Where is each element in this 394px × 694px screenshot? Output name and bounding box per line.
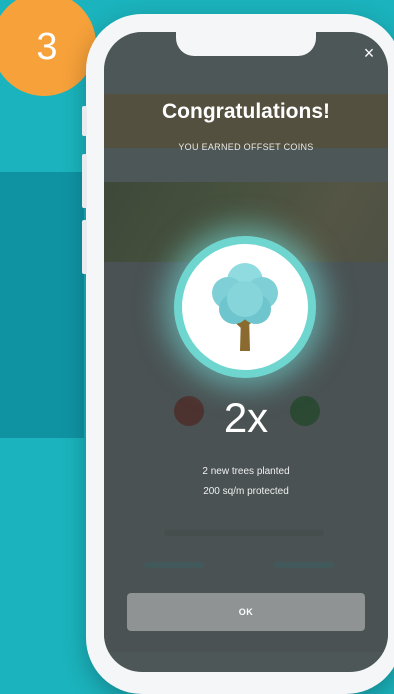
mute-switch xyxy=(82,106,87,136)
tree-badge-inner xyxy=(182,244,308,370)
stat-area: 200 sq/m protected xyxy=(203,486,289,497)
phone-frame: × Congratulations! YOU EARNED OFFSET COI… xyxy=(82,14,394,694)
phone-notch xyxy=(176,32,316,56)
tree-icon xyxy=(212,263,278,351)
modal-subtitle: YOU EARNED OFFSET COINS xyxy=(178,142,314,152)
step-badge: 3 xyxy=(0,0,96,96)
background-band xyxy=(0,172,84,438)
modal-title: Congratulations! xyxy=(162,100,330,123)
phone-screen: × Congratulations! YOU EARNED OFFSET COI… xyxy=(104,32,388,672)
stat-trees: 2 new trees planted xyxy=(202,466,290,477)
multiplier-value: 2x xyxy=(223,394,269,441)
close-icon[interactable]: × xyxy=(358,42,380,64)
step-number: 3 xyxy=(36,25,58,68)
tree-badge xyxy=(174,236,316,378)
volume-up-button xyxy=(82,154,87,208)
ok-button[interactable]: OK xyxy=(127,593,365,631)
volume-down-button xyxy=(82,220,87,274)
